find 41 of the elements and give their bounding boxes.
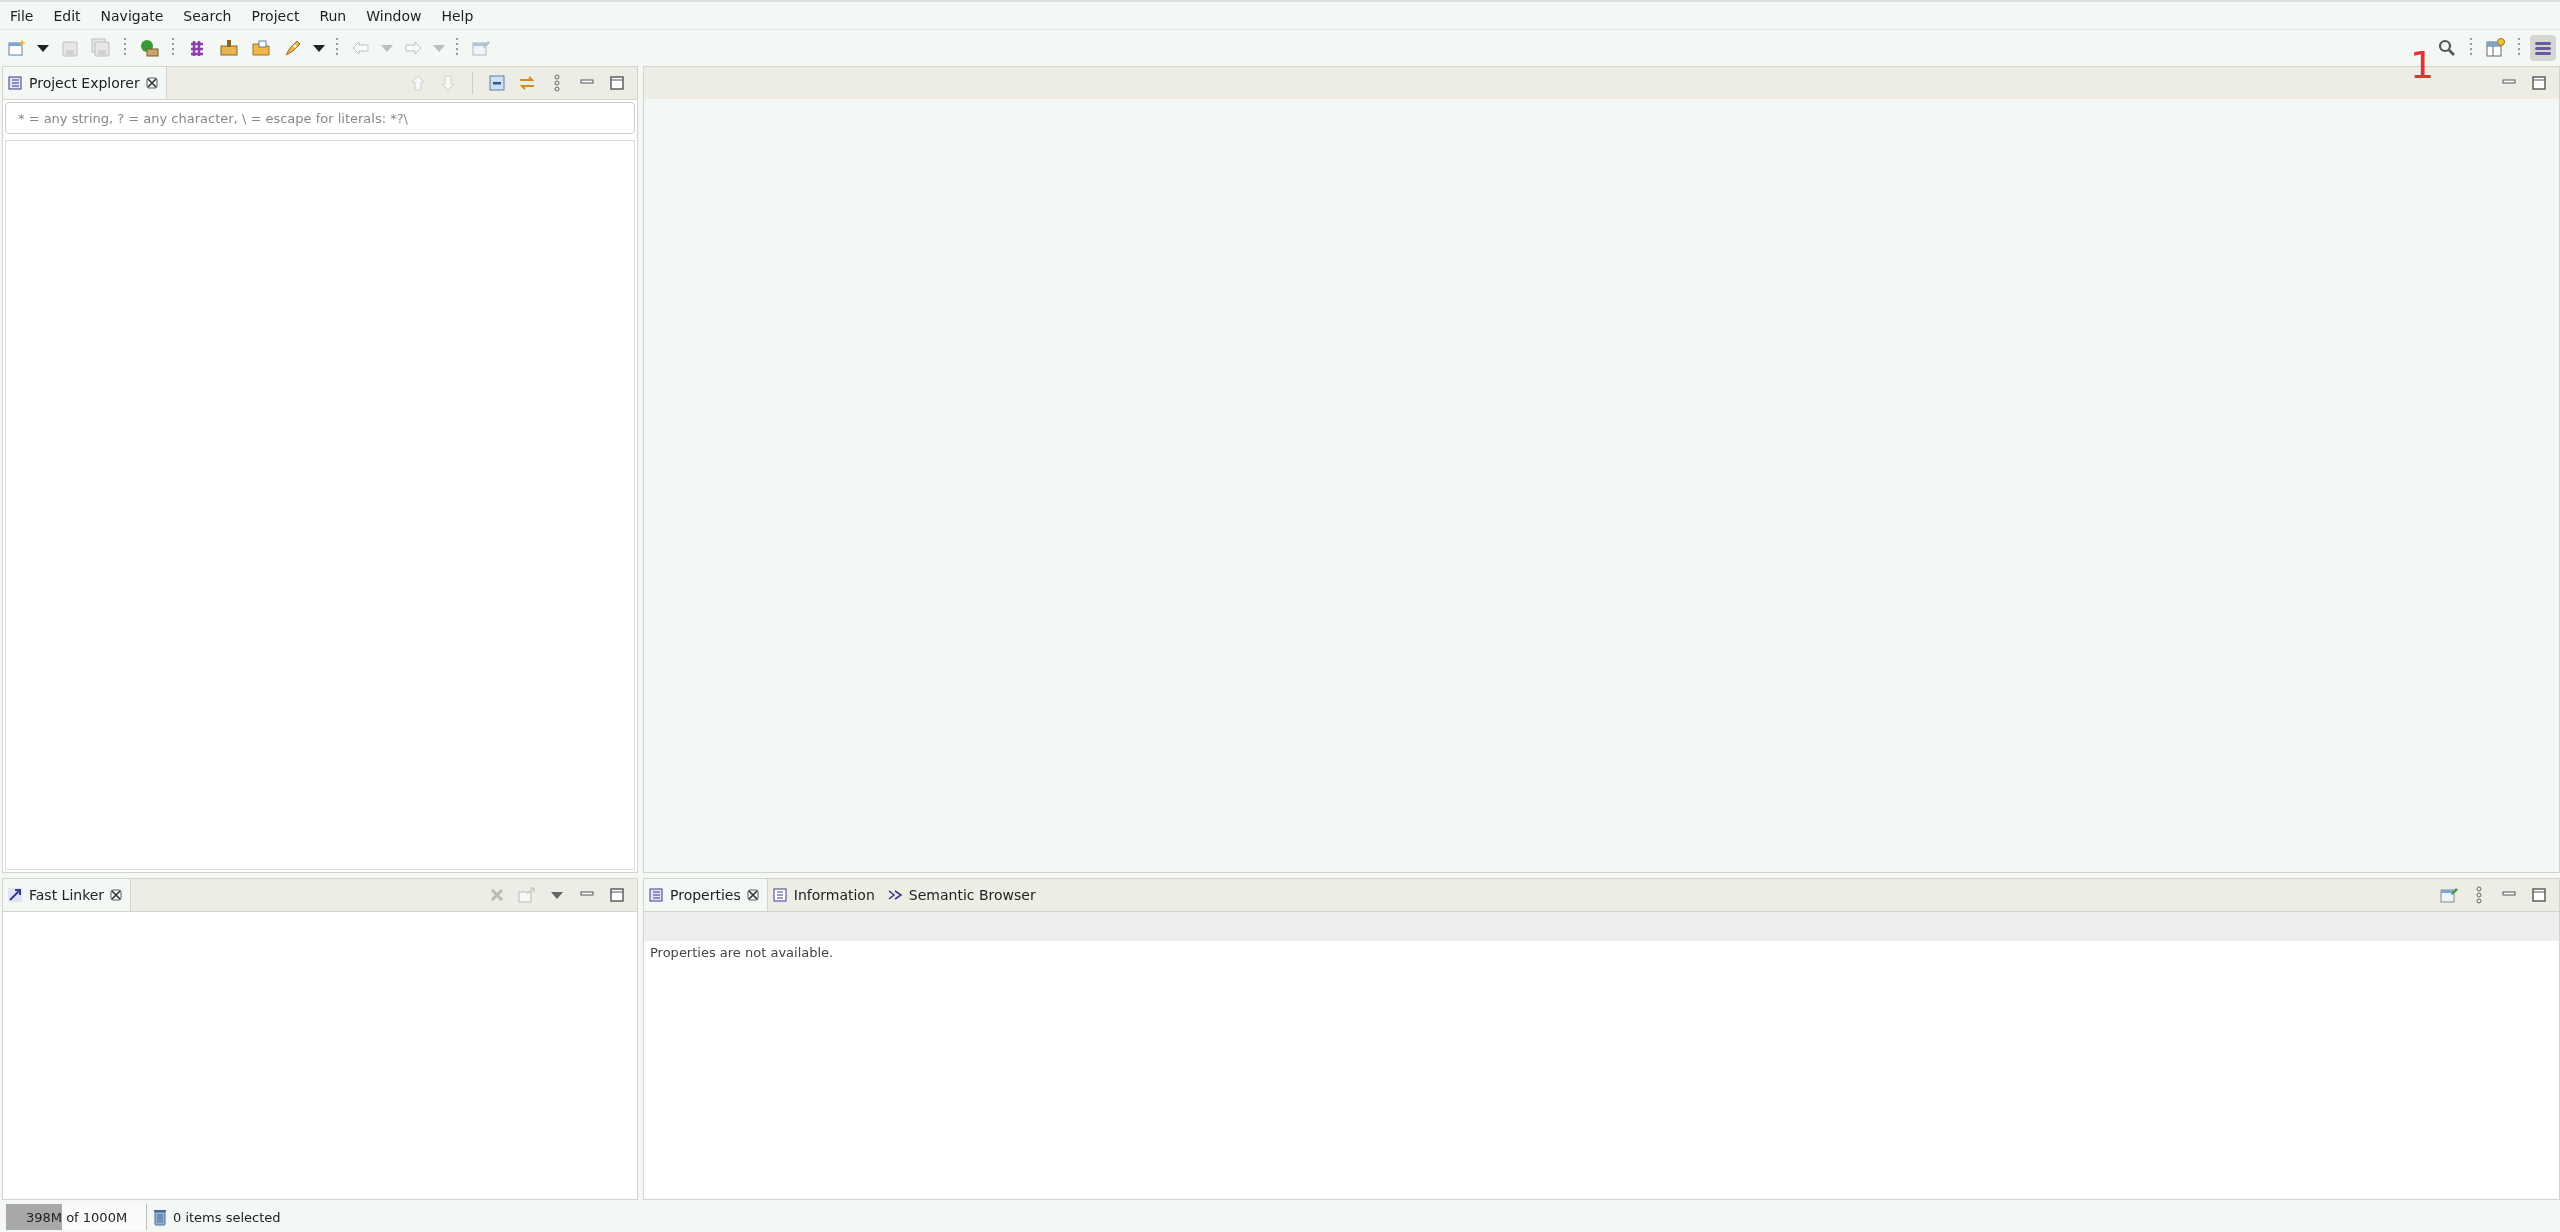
search-icon[interactable] <box>2437 38 2457 58</box>
dropdown-icon[interactable] <box>312 43 326 53</box>
view-icon <box>648 887 664 903</box>
annotation-number: 1 <box>2410 46 2435 84</box>
perspective-icon[interactable] <box>2485 38 2505 58</box>
globe-icon[interactable] <box>139 38 159 58</box>
status-text: 0 items selected <box>173 1209 281 1225</box>
folder-icon[interactable] <box>251 38 271 58</box>
arrow-icon <box>7 887 23 903</box>
menu-item[interactable]: Edit <box>51 5 83 26</box>
menu-item[interactable]: Help <box>439 5 476 26</box>
close-icon[interactable] <box>110 889 123 901</box>
heap-status[interactable]: 398M of 1000M <box>6 1204 147 1230</box>
view-tab[interactable]: Information <box>767 879 883 911</box>
menu-item[interactable]: Project <box>249 5 302 26</box>
close-icon[interactable] <box>145 77 158 89</box>
new-icon[interactable] <box>7 38 27 58</box>
box-icon[interactable] <box>219 38 239 58</box>
collapse-icon[interactable] <box>487 73 507 93</box>
menu-item[interactable]: File <box>8 5 36 26</box>
view-tab[interactable]: Semantic Browser <box>882 879 1044 911</box>
filter-field[interactable]: * = any string, ? = any character, \ = escape for literals: *?\ <box>5 102 635 134</box>
maximize-icon[interactable] <box>607 885 627 905</box>
maximize-icon[interactable] <box>607 73 627 93</box>
pin-icon[interactable] <box>2439 885 2459 905</box>
menu-item[interactable]: Window <box>364 5 424 26</box>
dropdown-icon[interactable] <box>36 43 50 53</box>
trash-icon[interactable] <box>153 1208 167 1226</box>
view-tab[interactable]: Project Explorer <box>3 67 167 99</box>
view-tab[interactable]: Properties <box>644 879 768 911</box>
maximize-icon[interactable] <box>2529 73 2549 93</box>
maximize-icon[interactable] <box>2529 885 2549 905</box>
view-icon <box>771 887 788 903</box>
close-icon[interactable] <box>746 889 759 901</box>
view-icon <box>7 75 23 91</box>
properties-message: Properties are not available. <box>649 944 835 962</box>
menu-item[interactable]: Run <box>317 5 349 26</box>
menu-item[interactable]: Navigate <box>98 5 166 26</box>
view-icon <box>886 887 903 903</box>
menu-item[interactable]: Search <box>181 5 234 26</box>
view-tab[interactable]: Fast Linker <box>3 879 132 911</box>
